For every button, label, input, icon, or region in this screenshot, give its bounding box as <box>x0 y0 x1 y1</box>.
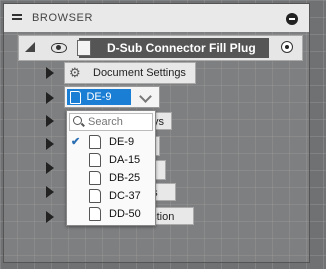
search-input[interactable] <box>88 114 148 130</box>
expand-icon[interactable] <box>46 138 54 150</box>
expand-icon[interactable] <box>46 67 54 79</box>
document-icon <box>89 135 101 149</box>
close-panel-icon[interactable] <box>286 13 298 25</box>
document-icon <box>70 91 81 104</box>
menu-icon[interactable] <box>12 14 22 20</box>
root-component-row[interactable]: D-Sub Connector Fill Plug v9 <box>18 35 303 75</box>
configuration-option[interactable]: DC-37 <box>67 187 155 205</box>
root-component-title[interactable]: D-Sub Connector Fill Plug v9 <box>79 38 269 75</box>
option-label: DE-9 <box>109 136 135 148</box>
expand-icon[interactable] <box>46 115 54 127</box>
eye-icon[interactable] <box>51 43 67 53</box>
option-label: DB-25 <box>109 172 141 184</box>
document-settings-row[interactable]: ⚙ Document Settings <box>64 62 196 84</box>
option-label: DC-37 <box>109 190 141 202</box>
expand-icon[interactable] <box>46 211 54 223</box>
configuration-selected[interactable]: DE-9 <box>67 89 131 105</box>
configuration-option[interactable]: DA-15 <box>67 151 155 169</box>
document-settings-label: Document Settings <box>93 67 186 79</box>
search-icon <box>73 116 82 125</box>
gear-icon: ⚙ <box>69 65 81 80</box>
configuration-popup: ✔ DE-9 DA-15 DB-25 DC-37 DD-50 <box>66 110 156 226</box>
expand-icon[interactable] <box>46 162 54 174</box>
component-icon <box>77 40 91 56</box>
browser-header: BROWSER <box>4 4 309 32</box>
option-label: DD-50 <box>109 208 141 220</box>
search-box[interactable] <box>69 113 153 131</box>
collapse-icon[interactable] <box>25 42 35 52</box>
document-icon <box>89 189 101 203</box>
option-label: DA-15 <box>109 154 141 166</box>
configuration-option[interactable]: ✔ DE-9 <box>67 133 155 151</box>
browser-panel: BROWSER D-Sub Connector Fill Plug v9 ⚙ D… <box>3 3 310 263</box>
document-icon <box>89 207 101 221</box>
browser-title: BROWSER <box>32 12 94 24</box>
expand-icon[interactable] <box>46 186 54 198</box>
configuration-dropdown[interactable]: DE-9 <box>64 86 160 108</box>
configuration-option[interactable]: DD-50 <box>67 205 155 223</box>
chevron-down-icon[interactable] <box>137 89 155 105</box>
expand-icon[interactable] <box>46 92 54 104</box>
checkmark-icon: ✔ <box>71 136 81 148</box>
configuration-option[interactable]: DB-25 <box>67 169 155 187</box>
document-icon <box>89 171 101 185</box>
document-icon <box>89 153 101 167</box>
radio-icon[interactable] <box>281 41 293 53</box>
configuration-selected-label: DE-9 <box>86 91 112 103</box>
